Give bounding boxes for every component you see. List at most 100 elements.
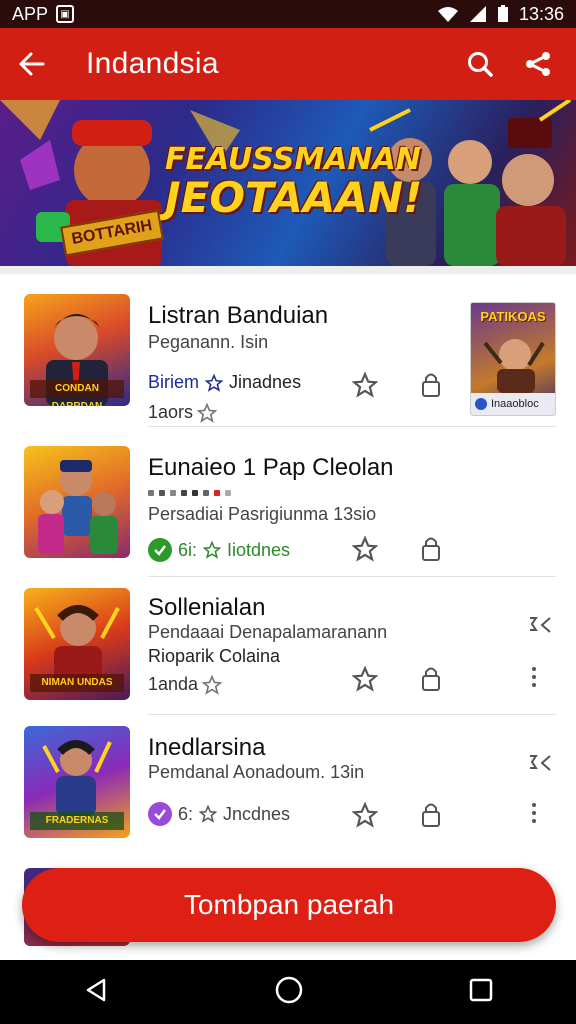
system-nav-bar: [0, 960, 576, 1024]
swatch: [148, 490, 154, 496]
search-button[interactable]: [462, 46, 498, 82]
app-thumbnail: FRADERNAS: [24, 726, 130, 838]
favorite-button[interactable]: [350, 370, 380, 400]
divider: [148, 426, 556, 427]
more-options-button[interactable]: [526, 662, 542, 692]
swatch: [170, 490, 176, 496]
app-bar: Indandsia: [0, 28, 576, 100]
star-outline-icon: [203, 541, 222, 559]
favorite-button[interactable]: [350, 800, 380, 830]
item-meta-tail: Jinadnes: [229, 372, 302, 392]
share-item-button[interactable]: [416, 664, 446, 694]
back-button[interactable]: [0, 28, 64, 100]
item-title: Sollenialan: [148, 594, 266, 621]
list-item[interactable]: Eunaieo 1 Pap Cleolan Persadiai Pasrigiu…: [0, 434, 576, 572]
swap-icon: [530, 617, 551, 633]
item-meta-tail: Jncdnes: [223, 803, 291, 824]
item-meta: Biriem Jinadnes: [148, 372, 301, 393]
sponsored-thumbnail[interactable]: PATIKOAS Inaaobloc: [470, 302, 556, 416]
section-gap: [0, 266, 576, 274]
item-subtitle-secondary: Rioparik Colaina: [148, 646, 281, 666]
notification-icon: ▣: [56, 5, 75, 23]
item-meta-text: 6:: [178, 803, 194, 824]
signal-icon: [469, 6, 486, 22]
item-meta-text: 6i:: [178, 539, 198, 560]
nav-home-button[interactable]: [274, 975, 304, 1010]
star-outline-icon: [205, 373, 224, 392]
item-rating: 1aors: [148, 402, 218, 423]
banner-line1: FEAUSSMANAN: [165, 142, 421, 177]
square-recents-icon: [469, 978, 493, 1001]
nav-recents-button[interactable]: [468, 977, 494, 1008]
status-bar: APP ▣ 13:36: [0, 0, 576, 28]
check-circle-icon: [148, 538, 172, 562]
swatch: [225, 490, 231, 496]
triangle-back-icon: [86, 978, 106, 1001]
star-outline-icon: [352, 666, 378, 692]
list-item[interactable]: NIMAN UNDAS Sollenialan Pendaaai Denapal…: [0, 578, 576, 716]
search-icon: [468, 52, 493, 77]
more-dot: [532, 819, 536, 823]
banner-headline: FEAUSSMANAN JEOTAAAN!: [165, 142, 423, 222]
more-dot: [532, 667, 536, 671]
item-subtitle: Pemdanal Aonadoum. 13in: [148, 762, 365, 782]
thumbnail-caption: FRADERNAS: [30, 812, 124, 830]
swap-button[interactable]: [524, 748, 554, 778]
swatch: [159, 490, 165, 496]
primary-action-button[interactable]: Tombpan paerah: [22, 868, 556, 942]
item-meta: 6: Jncdnes: [148, 802, 290, 826]
star-outline-icon: [352, 372, 378, 398]
list-item[interactable]: FRADERNAS Inedlarsina Pemdanal Aonadoum.…: [0, 718, 576, 856]
arrow-back-icon: [19, 52, 45, 76]
thumbnail-art: [38, 460, 118, 554]
more-dot: [532, 675, 536, 679]
divider: [148, 714, 556, 715]
item-subtitle: Pendaaai Denapalamaranann: [148, 622, 388, 642]
status-time: 13:36: [518, 3, 564, 24]
share-item-button[interactable]: [416, 800, 446, 830]
thumbnail-caption: CONDAN DARRDAN: [30, 380, 124, 406]
item-subtitle: Peganann. Isin: [148, 332, 269, 352]
swap-button[interactable]: [524, 610, 554, 640]
more-dot: [532, 811, 536, 815]
banner-line2: JEOTAAAN!: [165, 172, 423, 222]
swap-icon: [530, 755, 551, 771]
swatch: [203, 490, 209, 496]
share-item-button[interactable]: [416, 534, 446, 564]
battery-icon: [497, 5, 508, 22]
app-thumbnail: [24, 446, 130, 558]
page-title: Indandsia: [86, 47, 219, 80]
star-outline-icon: [352, 536, 378, 562]
favorite-button[interactable]: [350, 664, 380, 694]
app-thumbnail: CONDAN DARRDAN: [24, 294, 130, 406]
status-right: 13:36: [437, 4, 564, 25]
share-icon: [526, 52, 550, 76]
status-app-label: APP: [12, 3, 49, 24]
share-item-button[interactable]: [416, 370, 446, 400]
list-item[interactable]: CONDAN DARRDAN Listran Banduian Peganann…: [0, 284, 576, 423]
swatch: [214, 490, 220, 496]
divider: [148, 576, 556, 577]
app-thumbnail: NIMAN UNDAS: [24, 588, 130, 700]
swatch: [192, 490, 198, 496]
more-dot: [532, 683, 536, 687]
star-outline-icon: [352, 802, 378, 828]
more-dot: [532, 803, 536, 807]
app-bar-actions: [462, 46, 556, 82]
swatch: [181, 490, 187, 496]
favorite-button[interactable]: [350, 534, 380, 564]
lock-icon: [422, 373, 440, 397]
nav-back-button[interactable]: [82, 976, 110, 1009]
item-rating: 1anda: [148, 674, 223, 695]
sponsored-footer-text: Inaaobloc: [491, 398, 539, 410]
sponsor-logo-icon: [475, 398, 487, 410]
item-subtitle: Persadiai Pasrigiunma 13sio: [148, 504, 377, 524]
item-title: Listran Banduian: [148, 302, 329, 329]
item-meta-text: Biriem: [148, 372, 200, 392]
share-button[interactable]: [520, 46, 556, 82]
item-rating-label: 1anda: [148, 674, 199, 694]
star-outline-icon: [197, 402, 218, 423]
more-options-button[interactable]: [526, 798, 542, 828]
color-swatches: [148, 490, 231, 496]
item-meta: 6i: Iiotdnes: [148, 538, 290, 562]
